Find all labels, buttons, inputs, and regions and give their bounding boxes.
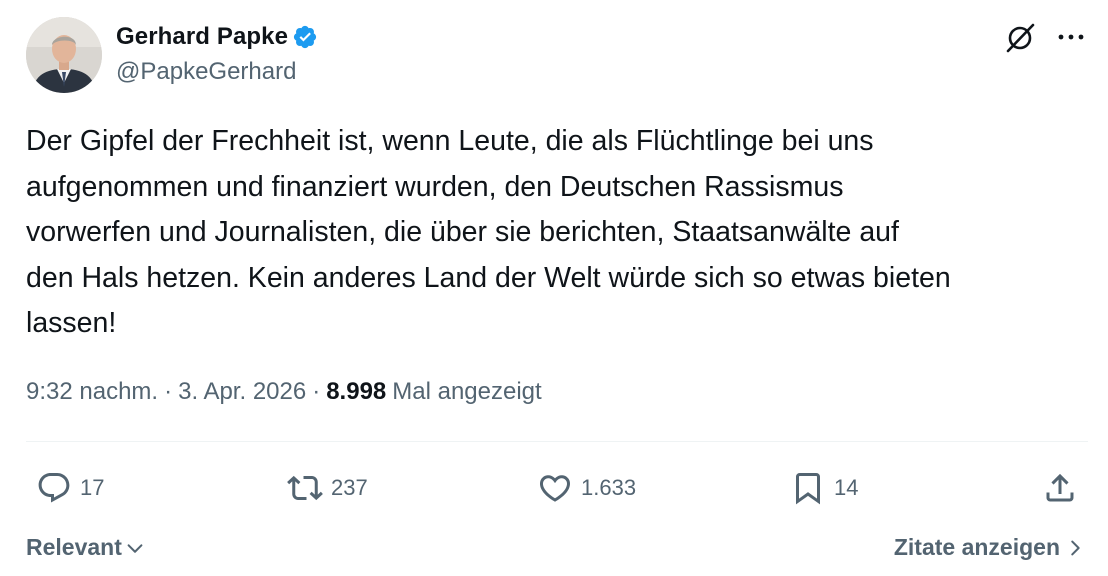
reply-icon bbox=[38, 473, 70, 503]
tweet-time[interactable]: 9:32 nachm. bbox=[26, 378, 158, 406]
bookmark-icon bbox=[796, 473, 820, 505]
share-icon bbox=[1046, 473, 1074, 502]
views-label: Mal angezeigt bbox=[392, 378, 542, 405]
chevron-down-icon bbox=[127, 544, 143, 553]
grok-button[interactable] bbox=[1003, 20, 1037, 54]
avatar-image bbox=[26, 17, 102, 93]
view-quotes-link[interactable]: Zitate anzeigen bbox=[894, 530, 1086, 564]
repost-count: 237 bbox=[331, 475, 368, 500]
meta-separator: · bbox=[164, 378, 173, 405]
verified-badge-icon[interactable] bbox=[292, 24, 318, 50]
author-handle[interactable]: @PapkeGerhard bbox=[116, 58, 296, 86]
reply-count: 17 bbox=[80, 475, 105, 500]
share-button[interactable] bbox=[1042, 468, 1078, 508]
ellipsis-icon bbox=[1058, 34, 1084, 40]
reply-button[interactable]: 17 bbox=[36, 468, 104, 508]
sort-label: Relevant bbox=[26, 533, 122, 560]
grok-slash-circle-icon bbox=[1006, 23, 1035, 53]
repost-icon bbox=[287, 475, 323, 501]
chevron-right-icon bbox=[1071, 540, 1080, 556]
tweet-meta: 9:32 nachm. · 3. Apr. 2026 · 8.998 Mal a… bbox=[26, 373, 542, 411]
avatar[interactable] bbox=[26, 17, 102, 93]
divider bbox=[26, 441, 1088, 442]
meta-separator: · bbox=[312, 378, 321, 405]
like-button[interactable]: 1.633 bbox=[537, 468, 636, 508]
tweet-date[interactable]: 3. Apr. 2026 bbox=[178, 378, 306, 406]
tweet-text: Der Gipfel der Frechheit ist, wenn Leute… bbox=[26, 125, 951, 339]
heart-icon bbox=[539, 475, 571, 502]
repost-button[interactable]: 237 bbox=[287, 468, 368, 508]
bookmark-button[interactable]: 14 bbox=[790, 468, 858, 508]
author-name-row[interactable]: Gerhard Papke bbox=[116, 20, 318, 54]
sort-replies-dropdown[interactable]: Relevant bbox=[26, 530, 146, 564]
like-count: 1.633 bbox=[581, 475, 637, 500]
more-options-button[interactable] bbox=[1054, 20, 1088, 54]
bookmark-count: 14 bbox=[834, 475, 859, 500]
view-quotes-label: Zitate anzeigen bbox=[893, 533, 1060, 560]
views-count[interactable]: 8.998 bbox=[326, 378, 386, 406]
author-display-name[interactable]: Gerhard Papke bbox=[116, 23, 288, 51]
